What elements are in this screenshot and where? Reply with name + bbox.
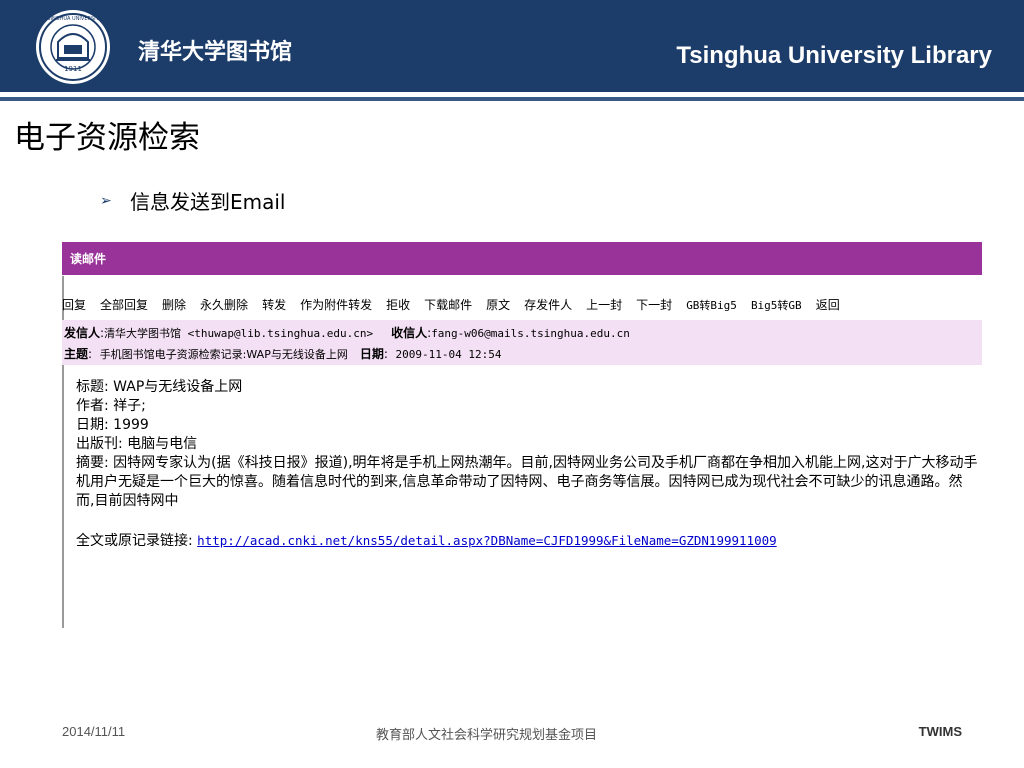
mail-panel-title: 读邮件 xyxy=(70,252,107,266)
date-value: 2009-11-04 12:54 xyxy=(395,348,502,361)
mail-subject-row: 主题: 手机图书馆电子资源检索记录:WAP与无线设备上网 日期: 2009-11… xyxy=(64,345,501,362)
svg-text:1911: 1911 xyxy=(64,65,82,73)
record-title: 标题: WAP与无线设备上网 xyxy=(76,379,243,395)
toolbar-button[interactable]: 删除 xyxy=(162,296,186,313)
subject-value: 手机图书馆电子资源检索记录:WAP与无线设备上网 xyxy=(99,348,348,361)
mail-titlebar: 读邮件 xyxy=(62,242,982,275)
record-fulltext-row: 全文或原记录链接: http://acad.cnki.net/kns55/det… xyxy=(76,531,982,551)
toolbar-button[interactable]: Big5转GB xyxy=(751,297,802,313)
bullet-text: 信息发送到Email xyxy=(130,190,286,214)
slide-footer: 2014/11/11 教育部人文社会科学研究规划基金项目 TWIMS xyxy=(0,724,1024,744)
toolbar-button[interactable]: 存发件人 xyxy=(524,296,572,313)
toolbar-button[interactable]: 返回 xyxy=(816,296,840,313)
to-value: fang-w06@mails.tsinghua.edu.cn xyxy=(431,327,630,340)
bullet-item: ➢ 信息发送到Email xyxy=(100,186,286,215)
svg-text:TSINGHUA UNIVERSITY: TSINGHUA UNIVERSITY xyxy=(43,16,102,22)
toolbar-button[interactable]: 上一封 xyxy=(586,296,622,313)
subject-label: 主题 xyxy=(64,347,89,361)
record-journal: 出版刊: 电脑与电信 xyxy=(76,436,198,452)
record-author: 作者: 祥子; xyxy=(76,398,146,414)
page-title: 电子资源检索 xyxy=(14,120,200,156)
toolbar-button[interactable]: GB转Big5 xyxy=(686,297,737,313)
fulltext-link[interactable]: http://acad.cnki.net/kns55/detail.aspx?D… xyxy=(197,533,776,548)
mail-toolbar: 回复 全部回复 删除 永久删除 转发 作为附件转发 拒收 下载邮件 原文 存发件人 上一封 下一封 GB… xyxy=(62,296,840,313)
from-value: 清华大学图书馆 <thuwap@lib.tsinghua.edu.cn> xyxy=(104,327,374,340)
header-chinese-title: 清华大学图书馆 xyxy=(138,40,293,65)
footer-project: 教育部人文社会科学研究规划基金项目 xyxy=(376,728,598,743)
toolbar-button[interactable]: 下一封 xyxy=(636,296,672,313)
toolbar-button[interactable]: 全部回复 xyxy=(100,296,148,313)
header-divider-accent xyxy=(0,97,1024,101)
bullet-arrow-icon: ➢ xyxy=(100,192,112,209)
university-seal-icon: 1911 TSINGHUA UNIVERSITY xyxy=(36,10,110,84)
toolbar-button[interactable]: 转发 xyxy=(262,296,286,313)
toolbar-button[interactable]: 原文 xyxy=(486,296,510,313)
to-label: 收信人 xyxy=(391,326,428,340)
toolbar-button[interactable]: 拒收 xyxy=(386,296,410,313)
mail-header-box: 发信人: 清华大学图书馆 <thuwap@lib.tsinghua.edu.cn… xyxy=(62,320,982,365)
footer-date: 2014/11/11 xyxy=(62,724,126,739)
toolbar-button[interactable]: 回复 xyxy=(62,296,86,313)
record-abstract: 摘要: 因特网专家认为(据《科技日报》报道),明年将是手机上网热潮年。目前,因特… xyxy=(76,455,978,509)
header-banner: 1911 TSINGHUA UNIVERSITY 清华大学图书馆 Tsinghu… xyxy=(0,0,1024,92)
mail-body: 标题: WAP与无线设备上网 作者: 祥子; 日期: 1999 出版刊: 电脑与… xyxy=(76,378,982,551)
subject-colon: : xyxy=(88,347,100,361)
header-english-title: Tsinghua University Library xyxy=(676,42,992,69)
toolbar-button[interactable]: 永久删除 xyxy=(200,296,248,313)
record-date: 日期: 1999 xyxy=(76,417,149,433)
from-label: 发信人 xyxy=(64,326,101,340)
toolbar-button[interactable]: 下载邮件 xyxy=(424,296,472,313)
footer-brand: TWIMS xyxy=(918,724,962,739)
toolbar-button[interactable]: 作为附件转发 xyxy=(300,296,372,313)
date-colon: : xyxy=(383,347,396,361)
mail-from-row: 发信人: 清华大学图书馆 <thuwap@lib.tsinghua.edu.cn… xyxy=(64,324,630,341)
mail-reader-panel: 读邮件 回复 全部回复 删除 永久删除 转发 作为附件转发 拒收 下载邮件 原文 存发件人 上一封下… xyxy=(62,242,982,628)
date-label: 日期 xyxy=(359,347,384,361)
fulltext-label: 全文或原记录链接: xyxy=(76,533,193,549)
